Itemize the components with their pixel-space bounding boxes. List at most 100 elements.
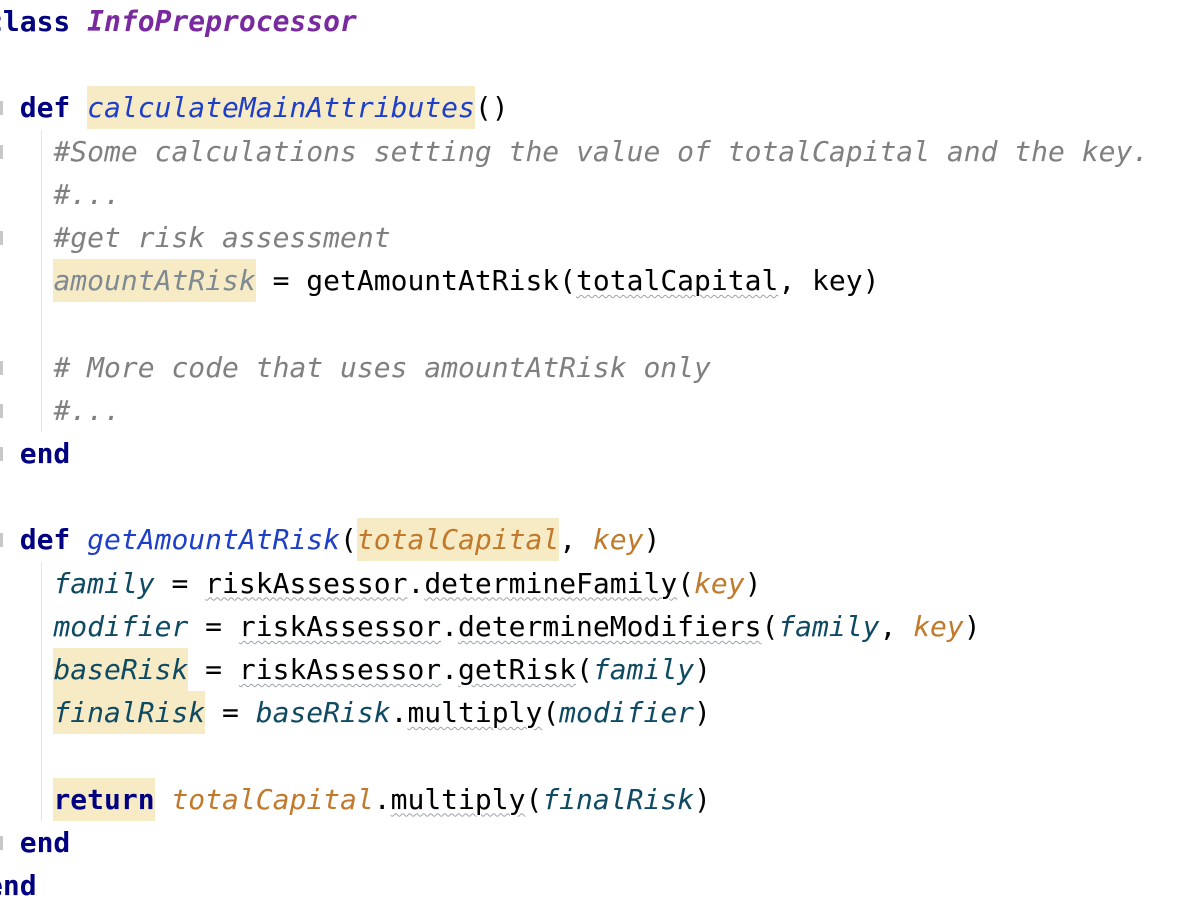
code-token: #... bbox=[53, 177, 121, 211]
code-token: ) bbox=[694, 782, 711, 816]
code-token: #get risk assessment bbox=[53, 221, 391, 254]
gutter-fold-marker bbox=[0, 835, 3, 850]
code-editor[interactable]: class InfoPreprocessor def calculateMain… bbox=[0, 0, 1196, 902]
code-token: . bbox=[390, 696, 408, 730]
code-token: family bbox=[53, 566, 155, 600]
code-token: modifier bbox=[559, 696, 695, 730]
code-token: amountAtRisk bbox=[53, 259, 256, 303]
code-line[interactable]: #... bbox=[0, 389, 121, 432]
code-token: ) bbox=[643, 523, 661, 557]
gutter-fold-marker bbox=[0, 144, 3, 159]
code-token: #Some calculations setting the value of … bbox=[53, 134, 1150, 168]
code-token: totalCapital bbox=[171, 782, 374, 816]
code-token: #... bbox=[53, 393, 121, 427]
code-line[interactable]: finalRisk = baseRisk.multiply(modifier) bbox=[0, 691, 711, 735]
code-token: finalRisk bbox=[53, 691, 206, 735]
code-token: totalCapital bbox=[576, 264, 779, 298]
gutter-fold-marker bbox=[0, 360, 3, 375]
code-token: . bbox=[373, 782, 391, 816]
code-line[interactable]: #Some calculations setting the value of … bbox=[0, 130, 1149, 173]
code-token: def bbox=[19, 523, 71, 557]
code-token: ( bbox=[677, 566, 695, 600]
code-token: determineFamily bbox=[424, 566, 678, 600]
code-line[interactable]: amountAtRisk = getAmountAtRisk(totalCapi… bbox=[0, 259, 880, 303]
code-line[interactable]: def calculateMainAttributes() bbox=[0, 86, 509, 130]
code-token: = bbox=[205, 696, 256, 730]
code-token: ( bbox=[542, 696, 560, 730]
code-token: key bbox=[694, 566, 745, 600]
gutter-fold-marker bbox=[0, 447, 3, 461]
code-token: riskAssessor bbox=[238, 609, 442, 643]
code-line[interactable]: return totalCapital.multiply(finalRisk) bbox=[0, 777, 711, 821]
code-token: baseRisk bbox=[53, 648, 189, 691]
code-token: # More code that uses amountAtRisk only bbox=[53, 350, 711, 384]
code-line[interactable]: #get risk assessment bbox=[0, 216, 391, 259]
code-line[interactable]: end bbox=[0, 432, 71, 475]
code-token: getRisk bbox=[458, 653, 577, 686]
code-token: end bbox=[19, 825, 71, 859]
code-token: ) bbox=[744, 566, 762, 600]
code-token: determineModifiers bbox=[458, 609, 762, 643]
code-token: return bbox=[53, 777, 155, 821]
code-token: () bbox=[474, 91, 509, 125]
code-token: InfoPreprocessor bbox=[87, 5, 357, 38]
code-token: . bbox=[441, 609, 459, 643]
code-line[interactable]: # More code that uses amountAtRisk only bbox=[0, 346, 711, 389]
code-token: riskAssessor bbox=[238, 653, 442, 686]
code-token: calculateMainAttributes bbox=[87, 86, 475, 130]
code-token: = bbox=[154, 566, 206, 600]
code-token: ) bbox=[963, 609, 981, 643]
code-token: family bbox=[778, 609, 880, 643]
code-token: ( bbox=[340, 523, 357, 557]
code-token: getAmountAtRisk bbox=[87, 523, 341, 557]
code-token: ) bbox=[694, 653, 711, 686]
code-token: key bbox=[913, 609, 964, 643]
code-token: family bbox=[592, 653, 695, 686]
code-token: baseRisk bbox=[255, 696, 391, 730]
code-token: riskAssessor bbox=[205, 566, 408, 600]
code-token: , bbox=[879, 609, 914, 643]
code-token: = bbox=[188, 653, 239, 686]
code-token: ( bbox=[761, 609, 779, 643]
code-token: , bbox=[559, 523, 593, 557]
code-token: = bbox=[188, 609, 239, 643]
code-token: modifier bbox=[53, 609, 189, 643]
code-line[interactable]: baseRisk = riskAssessor.getRisk(family) bbox=[0, 648, 711, 691]
code-token: ( bbox=[525, 782, 543, 816]
code-token: , key) bbox=[778, 264, 880, 298]
code-line[interactable]: family = riskAssessor.determineFamily(ke… bbox=[0, 562, 762, 605]
code-line[interactable]: end bbox=[0, 821, 71, 864]
code-token: . bbox=[407, 566, 425, 600]
code-token: ( bbox=[576, 653, 593, 686]
code-line[interactable]: #... bbox=[0, 173, 121, 216]
code-token: def bbox=[19, 91, 71, 125]
code-line[interactable]: def getAmountAtRisk(totalCapital, key) bbox=[0, 518, 661, 562]
code-token: end bbox=[19, 437, 71, 470]
gutter-fold-marker bbox=[0, 403, 3, 418]
code-line[interactable]: modifier = riskAssessor.determineModifie… bbox=[0, 605, 981, 648]
code-line[interactable]: end bbox=[0, 864, 37, 907]
gutter-fold-marker bbox=[0, 101, 3, 116]
code-line[interactable]: class InfoPreprocessor bbox=[0, 0, 357, 43]
indent-guide bbox=[41, 561, 42, 821]
code-token: multiply bbox=[390, 782, 526, 816]
gutter-fold-marker bbox=[0, 533, 3, 548]
code-token: multiply bbox=[407, 696, 543, 730]
code-token: . bbox=[441, 653, 459, 686]
code-token: = getAmountAtRisk( bbox=[255, 264, 577, 298]
